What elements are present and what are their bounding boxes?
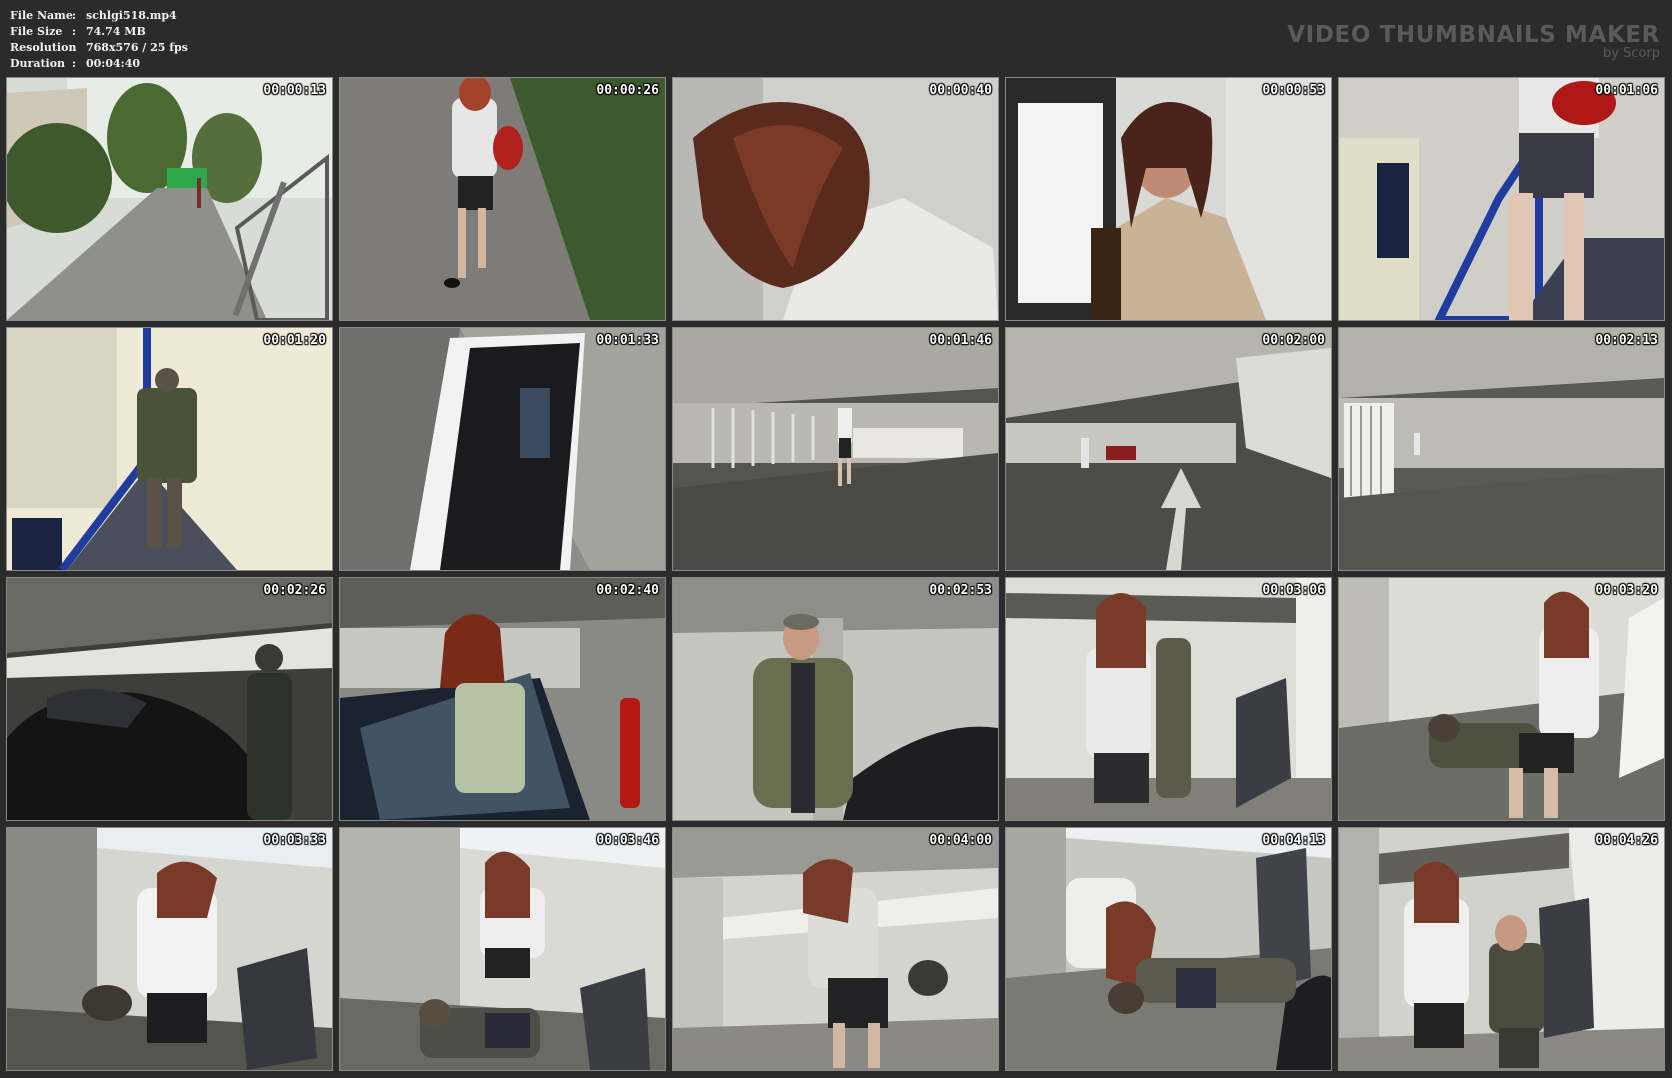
frame-image — [340, 578, 665, 820]
file-size-value: 74.74 MB — [86, 25, 146, 38]
file-size-label: File Size — [10, 25, 63, 38]
file-name-label: File Name — [10, 9, 73, 22]
thumbnail-grid: 00:00:13 00:00:26 00:00:40 00:00:53 00:0… — [6, 77, 1665, 1071]
frame-image — [673, 828, 998, 1070]
timestamp: 00:00:13 — [263, 83, 326, 98]
timestamp: 00:02:40 — [596, 583, 659, 598]
file-name-sep: : — [72, 9, 77, 22]
frame-image — [7, 828, 332, 1070]
brand-logo: VIDEO THUMBNAILS MAKER by Scorp — [1287, 22, 1660, 61]
frame-image — [1339, 828, 1664, 1070]
file-info: File Name : schlgi518.mp4 File Size : 74… — [10, 8, 188, 72]
thumbnail[interactable]: 00:03:20 — [1338, 577, 1665, 821]
duration-sep: : — [72, 57, 77, 70]
frame-image — [1006, 578, 1331, 820]
thumbnail[interactable]: 00:03:06 — [1005, 577, 1332, 821]
thumbnail[interactable]: 00:01:46 — [672, 327, 999, 571]
thumbnail[interactable]: 00:01:06 — [1338, 77, 1665, 321]
thumbnail[interactable]: 00:01:20 — [6, 327, 333, 571]
file-name-value: schlgi518.mp4 — [86, 9, 177, 22]
thumbnail[interactable]: 00:03:33 — [6, 827, 333, 1071]
frame-image — [1339, 78, 1664, 320]
frame-image — [673, 78, 998, 320]
timestamp: 00:02:13 — [1595, 333, 1658, 348]
resolution-label: Resolution — [10, 41, 77, 54]
frame-image — [340, 78, 665, 320]
file-name-row: File Name : schlgi518.mp4 — [10, 8, 188, 24]
thumbnail[interactable]: 00:02:53 — [672, 577, 999, 821]
thumbnail[interactable]: 00:02:00 — [1005, 327, 1332, 571]
thumbnail[interactable]: 00:00:40 — [672, 77, 999, 321]
frame-image — [1006, 328, 1331, 570]
timestamp: 00:01:33 — [596, 333, 659, 348]
duration-row: Duration : 00:04:40 — [10, 56, 188, 72]
frame-image — [673, 578, 998, 820]
thumbnail[interactable]: 00:04:00 — [672, 827, 999, 1071]
resolution-row: Resolution : 768x576 / 25 fps — [10, 40, 188, 56]
duration-label: Duration — [10, 57, 66, 70]
timestamp: 00:00:53 — [1262, 83, 1325, 98]
resolution-value: 768x576 / 25 fps — [86, 41, 188, 54]
thumbnail[interactable]: 00:04:13 — [1005, 827, 1332, 1071]
timestamp: 00:01:06 — [1595, 83, 1658, 98]
thumbnail[interactable]: 00:04:26 — [1338, 827, 1665, 1071]
timestamp: 00:04:26 — [1595, 833, 1658, 848]
thumbnail[interactable]: 00:00:53 — [1005, 77, 1332, 321]
frame-image — [1339, 578, 1664, 820]
frame-image — [1006, 78, 1331, 320]
thumbnail[interactable]: 00:01:33 — [339, 327, 666, 571]
thumbnail[interactable]: 00:02:40 — [339, 577, 666, 821]
duration-value: 00:04:40 — [86, 57, 141, 70]
timestamp: 00:00:40 — [929, 83, 992, 98]
thumbnail[interactable]: 00:00:13 — [6, 77, 333, 321]
timestamp: 00:00:26 — [596, 83, 659, 98]
thumbnail[interactable]: 00:02:26 — [6, 577, 333, 821]
frame-image — [673, 328, 998, 570]
timestamp: 00:02:53 — [929, 583, 992, 598]
timestamp: 00:03:46 — [596, 833, 659, 848]
timestamp: 00:03:20 — [1595, 583, 1658, 598]
thumbnail[interactable]: 00:00:26 — [339, 77, 666, 321]
thumbnail[interactable]: 00:02:13 — [1338, 327, 1665, 571]
timestamp: 00:01:46 — [929, 333, 992, 348]
file-size-row: File Size : 74.74 MB — [10, 24, 188, 40]
thumbnail[interactable]: 00:03:46 — [339, 827, 666, 1071]
timestamp: 00:04:13 — [1262, 833, 1325, 848]
header: File Name : schlgi518.mp4 File Size : 74… — [0, 0, 1672, 76]
frame-image — [340, 828, 665, 1070]
timestamp: 00:02:26 — [263, 583, 326, 598]
resolution-sep: : — [72, 41, 77, 54]
timestamp: 00:03:06 — [1262, 583, 1325, 598]
timestamp: 00:02:00 — [1262, 333, 1325, 348]
frame-image — [340, 328, 665, 570]
brand-title: VIDEO THUMBNAILS MAKER — [1287, 22, 1660, 48]
frame-image — [7, 78, 332, 320]
frame-image — [7, 328, 332, 570]
frame-image — [1339, 328, 1664, 570]
timestamp: 00:04:00 — [929, 833, 992, 848]
frame-image — [1006, 828, 1331, 1070]
timestamp: 00:03:33 — [263, 833, 326, 848]
file-size-sep: : — [72, 25, 77, 38]
brand-subtitle: by Scorp — [1602, 46, 1660, 61]
timestamp: 00:01:20 — [263, 333, 326, 348]
frame-image — [7, 578, 332, 820]
